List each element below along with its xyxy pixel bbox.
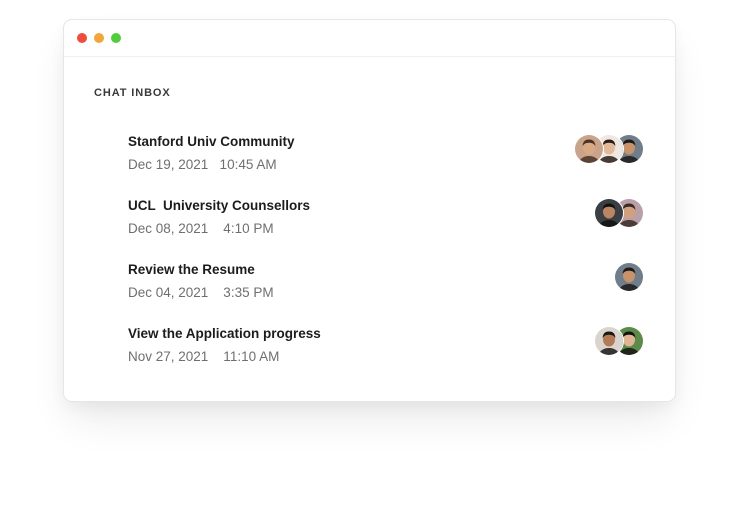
participant-avatars <box>594 326 644 356</box>
chat-timestamp: Dec 04, 2021 3:35 PM <box>128 285 274 300</box>
person-avatar-icon <box>594 198 624 228</box>
chat-window: CHAT INBOX Stanford Univ Community Dec 19… <box>63 19 676 402</box>
page-background: CHAT INBOX Stanford Univ Community Dec 19… <box>0 0 739 508</box>
window-titlebar <box>64 20 675 57</box>
participant-avatars <box>574 134 644 164</box>
person-avatar-icon <box>614 262 644 292</box>
chat-timestamp: Dec 08, 2021 4:10 PM <box>128 221 274 236</box>
chat-name: View the Application progress <box>128 326 321 341</box>
chat-list-item[interactable]: View the Application progress Nov 27, 202… <box>128 324 644 388</box>
chat-inbox-title: CHAT INBOX <box>94 87 171 99</box>
maximize-window-button[interactable] <box>111 33 121 43</box>
participant-avatars <box>614 262 644 292</box>
chat-list-item[interactable]: Stanford Univ Community Dec 19, 2021 10:4… <box>128 132 644 196</box>
chat-list-item[interactable]: UCL University Counsellors Dec 08, 2021 4… <box>128 196 644 260</box>
chat-name: UCL University Counsellors <box>128 198 311 213</box>
chat-timestamp: Nov 27, 2021 11:10 AM <box>128 349 280 364</box>
minimize-window-button[interactable] <box>94 33 104 43</box>
person-avatar-icon <box>574 134 604 164</box>
participant-avatars <box>594 198 644 228</box>
chat-name: Review the Resume <box>128 262 255 277</box>
close-window-button[interactable] <box>77 33 87 43</box>
chat-list: Stanford Univ Community Dec 19, 2021 10:4… <box>128 132 644 388</box>
chat-name: Stanford Univ Community <box>128 134 295 149</box>
chat-timestamp: Dec 19, 2021 10:45 AM <box>128 157 277 172</box>
chat-list-item[interactable]: Review the Resume Dec 04, 2021 3:35 PM <box>128 260 644 324</box>
person-avatar-icon <box>594 326 624 356</box>
